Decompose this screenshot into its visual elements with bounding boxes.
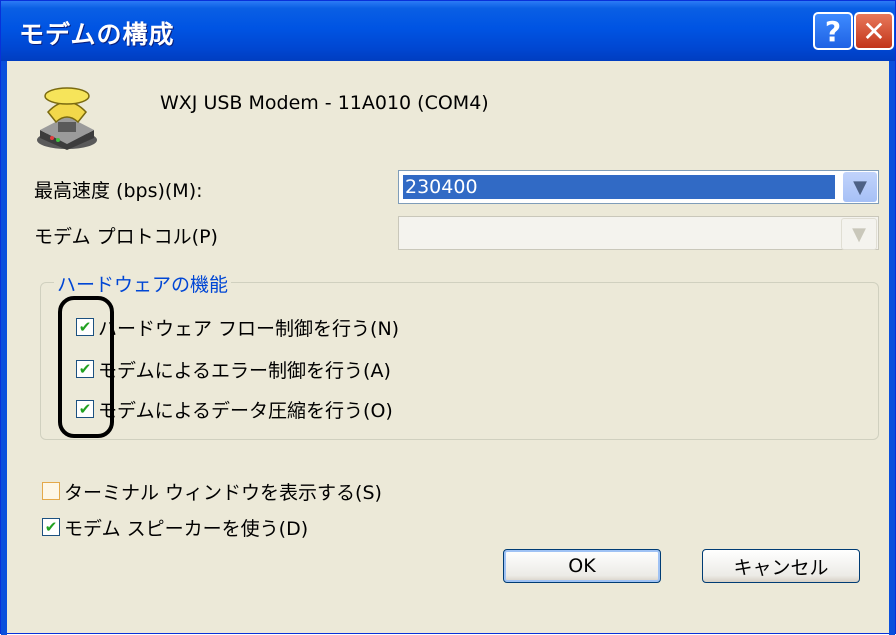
terminal-window-label: ターミナル ウィンドウを表示する(S) xyxy=(64,482,382,504)
modem-phone-icon xyxy=(37,87,97,150)
chevron-down-icon[interactable]: ▼ xyxy=(843,172,877,202)
hand-drawn-highlight xyxy=(58,296,114,438)
window-title: モデムの構成 xyxy=(19,20,175,49)
cancel-button[interactable]: キャンセル xyxy=(702,549,860,583)
error-control-label: モデムによるエラー制御を行う(A) xyxy=(98,360,391,382)
window-frame-right xyxy=(889,61,895,635)
max-speed-value: 230400 xyxy=(402,174,836,200)
hardware-features-title: ハードウェアの機能 xyxy=(54,270,232,297)
title-bar[interactable]: モデムの構成 ? ✕ xyxy=(1,1,895,61)
modem-name: WXJ USB Modem - 11A010 (COM4) xyxy=(160,92,489,114)
help-button[interactable]: ? xyxy=(813,12,853,50)
flow-control-label: ハードウェア フロー制御を行う(N) xyxy=(98,318,400,340)
max-speed-label: 最高速度 (bps)(M): xyxy=(34,180,203,202)
terminal-window-checkbox[interactable] xyxy=(42,482,60,500)
ok-button[interactable]: OK xyxy=(503,549,661,583)
max-speed-select[interactable]: 230400 ▼ xyxy=(398,170,879,204)
protocol-label: モデム プロトコル(P) xyxy=(34,226,218,248)
speaker-checkbox[interactable]: ✔ xyxy=(42,518,60,536)
compression-label: モデムによるデータ圧縮を行う(O) xyxy=(98,400,393,422)
speaker-label: モデム スピーカーを使う(D) xyxy=(64,518,309,540)
window-frame-left xyxy=(1,61,7,635)
close-button[interactable]: ✕ xyxy=(854,12,894,50)
chevron-down-icon: ▼ xyxy=(841,218,877,250)
protocol-select: ▼ xyxy=(398,216,879,250)
